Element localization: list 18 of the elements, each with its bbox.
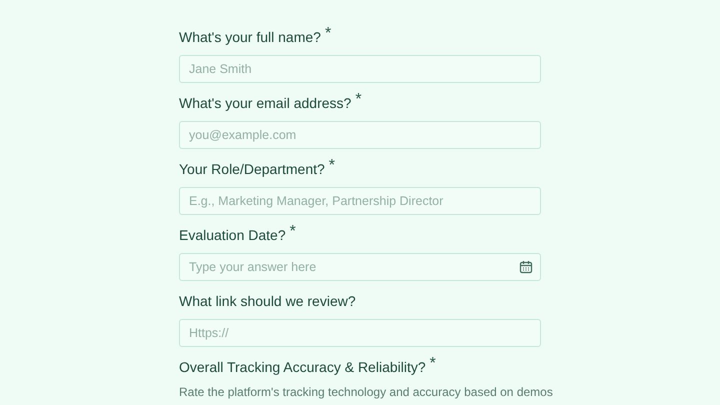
calendar-icon[interactable] bbox=[519, 260, 533, 274]
required-mark: * bbox=[324, 27, 332, 41]
date-field[interactable]: Type your answer here bbox=[179, 253, 541, 281]
required-mark: * bbox=[355, 93, 362, 107]
required-mark: * bbox=[430, 357, 436, 371]
required-mark: * bbox=[328, 159, 336, 173]
field-label: What's your full name? bbox=[179, 28, 321, 47]
input-field[interactable]: you@example.com bbox=[179, 121, 541, 149]
field-label: Evaluation Date? bbox=[179, 226, 286, 245]
field-label: What link should we review? bbox=[179, 292, 356, 311]
input-field[interactable]: Https:// bbox=[179, 319, 541, 347]
field-label: Your Role/Department? bbox=[179, 160, 325, 179]
required-mark: * bbox=[290, 225, 296, 239]
field-description: Rate the platform's tracking technology and accuracy based on demos bbox=[179, 384, 553, 401]
input-field[interactable]: Jane Smith bbox=[179, 55, 541, 83]
field-label: What's your email address? bbox=[179, 94, 352, 113]
input-field[interactable]: E.g., Marketing Manager, Partnership Director bbox=[179, 187, 541, 215]
field-label: Overall Tracking Accuracy & Reliability? bbox=[179, 358, 426, 377]
